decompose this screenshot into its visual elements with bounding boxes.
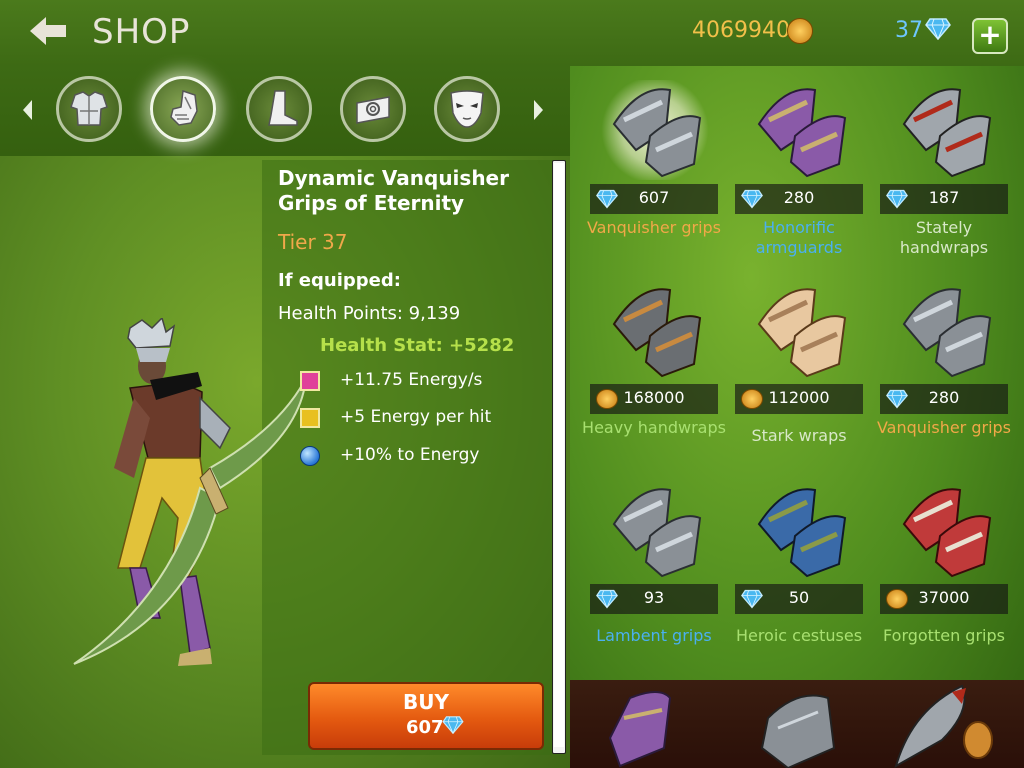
item-name: Stately handwraps: [899, 218, 989, 257]
item-name: Honorific armguards: [755, 218, 843, 257]
health-stat-bonus: Health Stat: +5282: [320, 335, 515, 356]
item-price: 93: [643, 588, 665, 607]
category-boots[interactable]: [246, 76, 312, 142]
shop-item[interactable]: 168000 Heavy handwraps: [582, 280, 726, 470]
item-image: [902, 488, 992, 578]
gem-balance: 37: [895, 18, 923, 43]
blue-orb-icon: [300, 446, 320, 466]
if-equipped-heading: If equipped:: [278, 270, 401, 291]
scrollbar-thumb[interactable]: [554, 163, 564, 747]
item-price: 280: [783, 188, 815, 207]
item-name: Heroic cestuses: [735, 626, 863, 645]
category-armor[interactable]: [56, 76, 122, 142]
back-button[interactable]: [28, 14, 68, 48]
item-image: [600, 80, 710, 180]
item-price-bar: 280: [880, 384, 1008, 414]
item-price: 50: [788, 588, 810, 607]
item-price: 607: [638, 188, 670, 207]
hero-character-image: [73, 318, 307, 666]
buy-label: BUY: [403, 690, 449, 714]
gold-balance: 4069940: [692, 18, 790, 43]
shop-item[interactable]: 280 Vanquisher grips: [877, 280, 1011, 470]
info-scrollbar[interactable]: [552, 160, 566, 754]
item-image: [902, 288, 992, 378]
item-name: Forgotten grips: [883, 626, 1005, 645]
shop-item[interactable]: 50 Heroic cestuses: [735, 480, 863, 670]
item-image: [902, 88, 992, 178]
shop-item[interactable]: 280 Honorific armguards: [735, 80, 863, 270]
item-price-bar: 187: [880, 184, 1008, 214]
bonus-energy-per-hit: +5 Energy per hit: [340, 407, 492, 427]
item-price: 168000: [623, 388, 685, 407]
item-price: 280: [928, 388, 960, 407]
shop-item[interactable]: 37000 Forgotten grips: [880, 480, 1008, 670]
shop-item[interactable]: 112000 Stark wraps: [735, 280, 863, 470]
item-price-bar: 93: [590, 584, 718, 614]
item-image: [612, 488, 702, 578]
bonus-energy-per-second: +11.75 Energy/s: [340, 370, 483, 390]
item-tier: Tier 37: [278, 230, 348, 254]
gold-coin-icon: [787, 18, 813, 44]
item-name: Vanquisher grips: [876, 418, 1012, 437]
bonus-energy-percent: +10% to Energy: [340, 445, 480, 465]
boot-icon: [268, 90, 298, 126]
item-name: Vanquisher grips: [586, 218, 722, 237]
gauntlet-icon: [170, 89, 198, 126]
item-price: 37000: [918, 588, 970, 607]
item-price-bar: 280: [735, 184, 863, 214]
mask-icon: [450, 90, 484, 128]
category-masks[interactable]: [434, 76, 500, 142]
category-rings[interactable]: [340, 76, 406, 142]
item-image: [757, 88, 847, 178]
gem-icon: [442, 716, 464, 734]
item-image: [757, 488, 847, 578]
item-image: [612, 288, 702, 378]
category-right-arrow-icon[interactable]: [530, 98, 546, 122]
magenta-gem-icon: [300, 371, 320, 391]
category-left-arrow-icon[interactable]: [20, 98, 36, 122]
chest-armor-icon: [70, 91, 108, 126]
item-price-bar: 37000: [880, 584, 1008, 614]
gem-icon: [925, 18, 951, 40]
category-gloves[interactable]: [150, 76, 216, 142]
item-image: [757, 288, 847, 378]
item-name: Heavy handwraps: [582, 418, 726, 437]
health-points-stat: Health Points: 9,139: [278, 303, 461, 324]
shop-item[interactable]: 93 Lambent grips: [590, 480, 718, 670]
item-price-bar: 607: [590, 184, 718, 214]
item-price-bar: 50: [735, 584, 863, 614]
yellow-gem-icon: [300, 408, 320, 428]
item-price: 187: [928, 188, 960, 207]
buy-price: 607: [406, 717, 444, 738]
ring-icon: [356, 96, 390, 124]
blade-wrap-image: [894, 684, 993, 768]
item-price: 112000: [768, 388, 830, 407]
item-name: Lambent grips: [596, 626, 712, 645]
item-price-bar: 112000: [735, 384, 863, 414]
purple-armguard-image: [608, 691, 672, 768]
back-arrow-icon: [30, 17, 66, 45]
buy-button[interactable]: BUY 607: [308, 682, 544, 750]
shop-item[interactable]: 187 Stately handwraps: [880, 80, 1008, 270]
item-price-bar: 168000: [590, 384, 718, 414]
steel-grips-image: [760, 694, 836, 768]
page-title: SHOP: [92, 12, 191, 52]
item-title: Dynamic Vanquisher Grips of Eternity: [278, 166, 509, 215]
item-name: Stark wraps: [751, 426, 847, 445]
add-gems-button[interactable]: +: [972, 18, 1008, 54]
shop-item[interactable]: 607 Vanquisher grips: [587, 80, 721, 270]
